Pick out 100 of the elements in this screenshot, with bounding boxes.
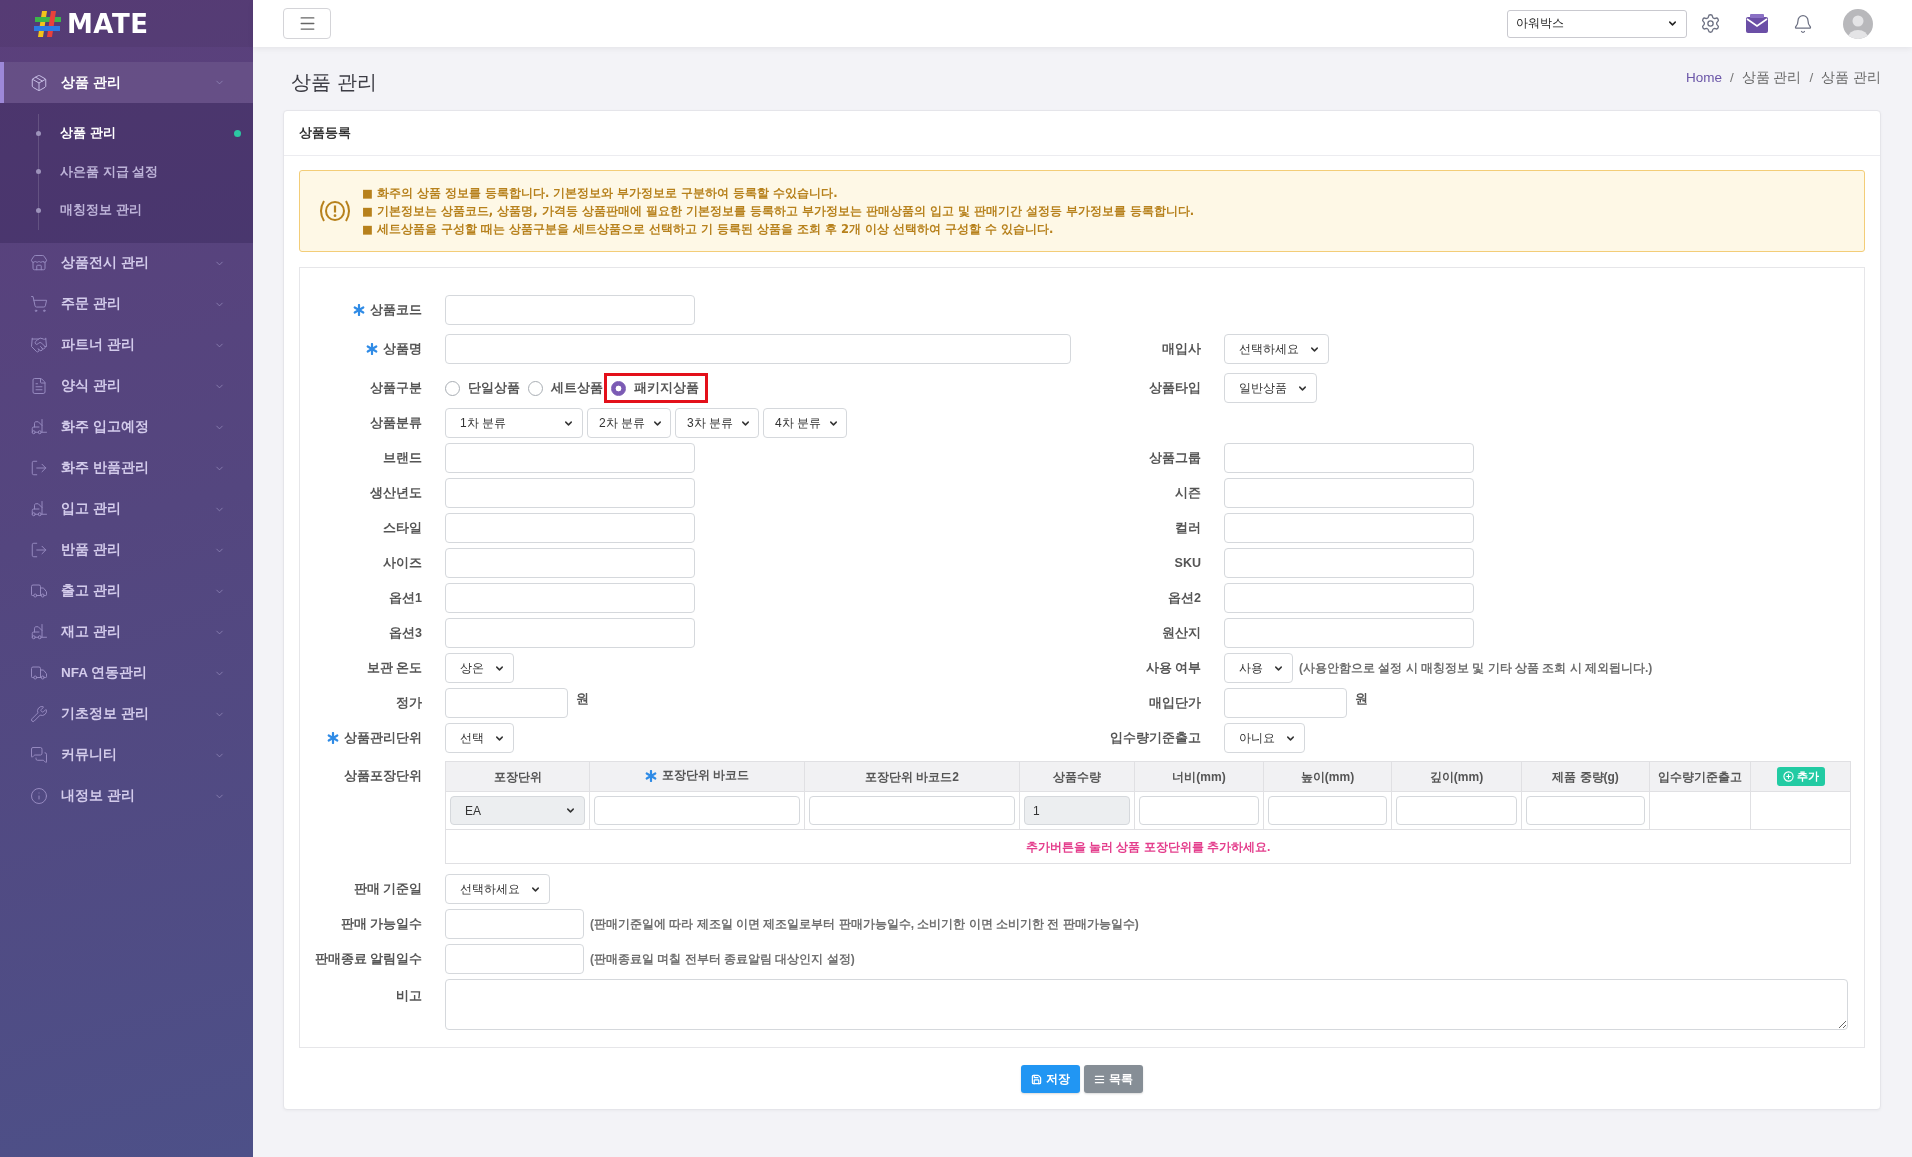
- list-icon: [1094, 1073, 1105, 1085]
- sidebar-item[interactable]: 반품 관리: [0, 529, 253, 571]
- chevron-down-icon: [565, 805, 576, 816]
- field-label: 사이즈: [383, 555, 422, 571]
- avatar-icon[interactable]: [1843, 8, 1873, 39]
- field-label: 보관 온도: [366, 660, 422, 676]
- field-label: 상품분류: [370, 415, 422, 431]
- notice-text: ■ 화주의 상품 정보를 등록합니다. 기본정보와 부가정보로 구분하여 등록할 수있습니다.: [362, 185, 839, 202]
- breadcrumb-separator: /: [1729, 70, 1734, 86]
- radio-label: 단일상품: [468, 379, 520, 397]
- column-header: 높이(mm): [1300, 769, 1355, 786]
- radio-button[interactable]: [611, 380, 626, 396]
- sidebar-item[interactable]: 내정보 관리: [0, 775, 253, 817]
- input-field[interactable]: [1224, 513, 1474, 543]
- unit-label: 원: [576, 691, 589, 708]
- field-label: 컬러: [1175, 520, 1201, 536]
- input-field[interactable]: [1224, 548, 1474, 578]
- forklift-icon: [30, 623, 48, 641]
- input-field[interactable]: [445, 583, 695, 613]
- input-field[interactable]: [445, 334, 1071, 364]
- input-field[interactable]: [594, 796, 800, 825]
- chevron-down-icon: [1667, 18, 1678, 29]
- field-label: 입수량기준출고: [1110, 730, 1201, 746]
- input-field[interactable]: [1268, 796, 1387, 825]
- sidebar-item[interactable]: 화주 입고예정: [0, 406, 253, 448]
- input-field[interactable]: [445, 688, 568, 718]
- submenu-item[interactable]: 상품 관리: [39, 114, 253, 153]
- input-field[interactable]: [445, 443, 695, 473]
- radio-button[interactable]: [528, 380, 543, 396]
- field-label: 매입사: [1162, 341, 1201, 357]
- breadcrumb-link[interactable]: Home: [1685, 70, 1722, 86]
- sidebar-item[interactable]: NFA 연동관리: [0, 652, 253, 694]
- notice-text: ■ 세트상품을 구성할 때는 상품구분을 세트상품으로 선택하고 기 등록된 상품을 조회 후 2개 이상 선택하여 구성할 수 있습니다.: [362, 221, 1055, 238]
- input-field[interactable]: [445, 548, 695, 578]
- sidebar-item[interactable]: 입고 관리: [0, 488, 253, 530]
- mail-icon[interactable]: [1745, 12, 1769, 35]
- sidebar-item[interactable]: 출고 관리: [0, 570, 253, 612]
- dropdown[interactable]: 일반상품: [1224, 373, 1317, 403]
- input-field[interactable]: [809, 796, 1015, 825]
- dropdown[interactable]: 3차 분류: [675, 408, 760, 438]
- field-label: 옵션3: [389, 625, 422, 641]
- sidebar-item[interactable]: 상품 관리: [0, 62, 253, 103]
- input-field[interactable]: [1526, 796, 1645, 825]
- logo-text: MATE: [67, 8, 149, 39]
- column-header: 포장단위 바코드2: [865, 769, 959, 786]
- input-field[interactable]: [445, 513, 695, 543]
- field-label: SKU: [1174, 555, 1201, 571]
- sidebar-item[interactable]: 파트너 관리: [0, 324, 253, 366]
- dropdown[interactable]: 2차 분류: [587, 408, 671, 438]
- sidebar-item[interactable]: 기초정보 관리: [0, 693, 253, 735]
- input-field[interactable]: [1224, 583, 1474, 613]
- menu-toggle-button[interactable]: [283, 8, 331, 39]
- radio-button[interactable]: [445, 380, 460, 396]
- notice-text: ■ 기본정보는 상품코드, 상품명, 가격등 상품판매에 필요한 기본정보를 등록하고 부가정보는 판매상품의 입고 및 판매기간 설정등 부가정보를 등록합니다.: [362, 203, 1195, 220]
- input-field[interactable]: [1224, 688, 1347, 718]
- input-field[interactable]: [445, 618, 695, 648]
- dropdown[interactable]: 선택: [445, 723, 514, 753]
- sidebar-item[interactable]: 양식 관리: [0, 365, 253, 407]
- field-label: 시즌: [1175, 485, 1201, 501]
- text-area[interactable]: [445, 979, 1848, 1030]
- input-field[interactable]: [445, 295, 695, 325]
- bullet-icon: [36, 130, 41, 136]
- input-field[interactable]: [445, 944, 584, 974]
- hint-text: (판매기준일에 따라 제조일 이면 제조일로부터 판매가능일수, 소비기한 이면 소비기한 전 판매가능일수): [590, 915, 1139, 933]
- dropdown[interactable]: 선택하세요: [445, 874, 550, 904]
- sidebar-item[interactable]: 주문 관리: [0, 283, 253, 325]
- save-button[interactable]: 저장: [1021, 1065, 1080, 1093]
- dropdown[interactable]: 사용: [1224, 653, 1293, 683]
- radio-label: 패키지상품: [634, 379, 699, 397]
- sidebar-item[interactable]: 재고 관리: [0, 611, 253, 653]
- sidebar-item[interactable]: 상품전시 관리: [0, 242, 253, 284]
- dropdown[interactable]: 4차 분류: [763, 408, 848, 438]
- bell-icon[interactable]: [1793, 13, 1813, 34]
- field-label: 브랜드: [383, 450, 422, 466]
- sidebar-item[interactable]: 화주 반품관리: [0, 447, 253, 489]
- column-header: 포장단위 바코드: [661, 767, 750, 785]
- field-label: 옵션2: [1168, 590, 1201, 606]
- dropdown[interactable]: 상온: [445, 653, 514, 683]
- dropdown[interactable]: 아니요: [1224, 723, 1305, 753]
- bullet-icon: [36, 207, 41, 213]
- submenu-item[interactable]: 사은품 지급 설정: [39, 152, 253, 191]
- input-field[interactable]: [1224, 443, 1474, 473]
- list-button[interactable]: 목록: [1084, 1065, 1143, 1093]
- field-label: 상품포장단위: [344, 768, 422, 784]
- company-dropdown[interactable]: 아워박스: [1507, 9, 1687, 38]
- field-label: 옵션1: [389, 590, 422, 606]
- breadcrumb-item: 상품 관리: [1821, 70, 1881, 86]
- dropdown[interactable]: 1차 분류: [445, 408, 583, 438]
- input-field[interactable]: [1224, 478, 1474, 508]
- submenu-item[interactable]: 매칭정보 관리: [39, 191, 253, 230]
- input-field[interactable]: [1139, 796, 1259, 825]
- settings-icon[interactable]: [1700, 13, 1721, 34]
- dropdown[interactable]: 선택하세요: [1224, 334, 1329, 364]
- input-field[interactable]: [445, 478, 695, 508]
- input-field[interactable]: [1224, 618, 1474, 648]
- field-label: 판매 기준일: [353, 881, 422, 897]
- sidebar-item[interactable]: 커뮤니티: [0, 734, 253, 776]
- input-field[interactable]: [445, 909, 584, 939]
- input-field[interactable]: [1396, 796, 1517, 825]
- field-label: 상품그룹: [1149, 450, 1201, 466]
